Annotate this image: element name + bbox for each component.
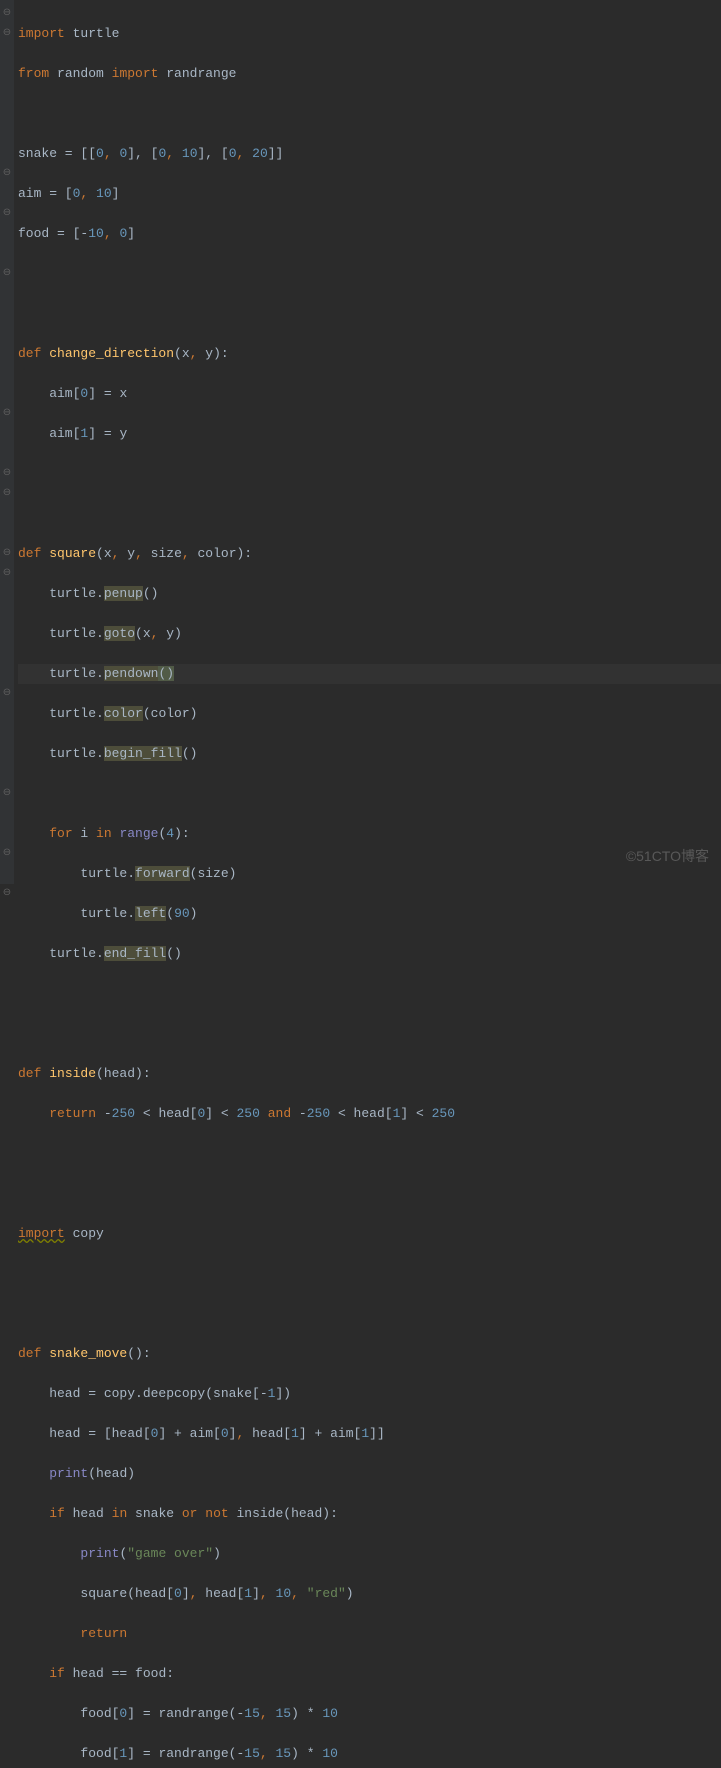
code-line-current[interactable]: turtle.pendown() <box>18 664 721 684</box>
code-line[interactable]: turtle.color(color) <box>18 704 721 724</box>
code-line[interactable]: aim[0] = x <box>18 384 721 404</box>
fold-marker[interactable]: ⊖ <box>0 684 14 704</box>
fold-marker <box>0 384 14 404</box>
fold-marker <box>0 364 14 384</box>
code-line[interactable]: turtle.begin_fill() <box>18 744 721 764</box>
code-line[interactable]: food[0] = randrange(-15, 15) * 10 <box>18 1704 721 1724</box>
fold-marker <box>0 804 14 824</box>
fold-marker <box>0 644 14 664</box>
code-line[interactable]: food[1] = randrange(-15, 15) * 10 <box>18 1744 721 1764</box>
fold-marker <box>0 824 14 844</box>
fold-marker <box>0 224 14 244</box>
code-line[interactable]: for i in range(4): <box>18 824 721 844</box>
fold-marker <box>0 284 14 304</box>
fold-marker <box>0 104 14 124</box>
code-line[interactable]: from random import randrange <box>18 64 721 84</box>
fold-marker <box>0 624 14 644</box>
fold-marker <box>0 44 14 64</box>
code-line[interactable]: turtle.penup() <box>18 584 721 604</box>
fold-marker <box>0 244 14 264</box>
fold-marker <box>0 864 14 884</box>
code-line[interactable]: turtle.end_fill() <box>18 944 721 964</box>
fold-marker <box>0 444 14 464</box>
fold-marker <box>0 504 14 524</box>
fold-marker[interactable]: ⊖ <box>0 164 14 184</box>
code-line[interactable]: def change_direction(x, y): <box>18 344 721 364</box>
code-line[interactable]: food = [-10, 0] <box>18 224 721 244</box>
fold-marker <box>0 664 14 684</box>
fold-marker <box>0 124 14 144</box>
fold-marker <box>0 324 14 344</box>
code-editor: ⊖ ⊖ ⊖ ⊖ ⊖ ⊖ ⊖ ⊖ ⊖ ⊖ ⊖ <box>0 0 721 884</box>
fold-marker <box>0 904 14 924</box>
code-line[interactable]: def snake_move(): <box>18 1344 721 1364</box>
code-area[interactable]: import turtle from random import randran… <box>14 0 721 884</box>
fold-marker <box>0 604 14 624</box>
fold-marker <box>0 184 14 204</box>
fold-marker[interactable]: ⊖ <box>0 884 14 904</box>
fold-marker <box>0 64 14 84</box>
fold-marker <box>0 304 14 324</box>
fold-marker[interactable]: ⊖ <box>0 484 14 504</box>
fold-gutter: ⊖ ⊖ ⊖ ⊖ ⊖ ⊖ ⊖ ⊖ ⊖ ⊖ ⊖ <box>0 0 14 884</box>
code-line[interactable]: aim[1] = y <box>18 424 721 444</box>
fold-marker[interactable]: ⊖ <box>0 544 14 564</box>
fold-marker[interactable]: ⊖ <box>0 844 14 864</box>
code-line[interactable]: turtle.goto(x, y) <box>18 624 721 644</box>
fold-marker <box>0 524 14 544</box>
fold-marker <box>0 144 14 164</box>
code-line[interactable]: snake = [[0, 0], [0, 10], [0, 20]] <box>18 144 721 164</box>
code-line[interactable]: if head in snake or not inside(head): <box>18 1504 721 1524</box>
fold-marker <box>0 344 14 364</box>
code-line[interactable]: head = [head[0] + aim[0], head[1] + aim[… <box>18 1424 721 1444</box>
fold-marker[interactable]: ⊖ <box>0 264 14 284</box>
fold-marker[interactable]: ⊖ <box>0 464 14 484</box>
fold-marker <box>0 744 14 764</box>
fold-marker[interactable]: ⊖ <box>0 4 14 24</box>
code-line[interactable]: turtle.forward(size) <box>18 864 721 884</box>
code-line[interactable]: turtle.left(90) <box>18 904 721 924</box>
fold-marker <box>0 764 14 784</box>
fold-marker <box>0 424 14 444</box>
code-line[interactable]: return -250 < head[0] < 250 and -250 < h… <box>18 1104 721 1124</box>
code-line[interactable]: import turtle <box>18 24 721 44</box>
fold-marker[interactable]: ⊖ <box>0 24 14 44</box>
fold-marker <box>0 84 14 104</box>
code-line[interactable]: aim = [0, 10] <box>18 184 721 204</box>
code-line[interactable]: if head == food: <box>18 1664 721 1684</box>
code-line[interactable]: square(head[0], head[1], 10, "red") <box>18 1584 721 1604</box>
code-line[interactable]: def square(x, y, size, color): <box>18 544 721 564</box>
fold-marker <box>0 584 14 604</box>
fold-marker[interactable]: ⊖ <box>0 404 14 424</box>
code-line[interactable]: return <box>18 1624 721 1644</box>
fold-marker[interactable]: ⊖ <box>0 784 14 804</box>
code-line[interactable]: head = copy.deepcopy(snake[-1]) <box>18 1384 721 1404</box>
code-line[interactable]: print(head) <box>18 1464 721 1484</box>
code-line[interactable]: print("game over") <box>18 1544 721 1564</box>
fold-marker <box>0 724 14 744</box>
fold-marker[interactable]: ⊖ <box>0 204 14 224</box>
fold-marker <box>0 704 14 724</box>
code-line[interactable]: def inside(head): <box>18 1064 721 1084</box>
code-line[interactable]: import copy <box>18 1224 721 1244</box>
fold-marker[interactable]: ⊖ <box>0 564 14 584</box>
